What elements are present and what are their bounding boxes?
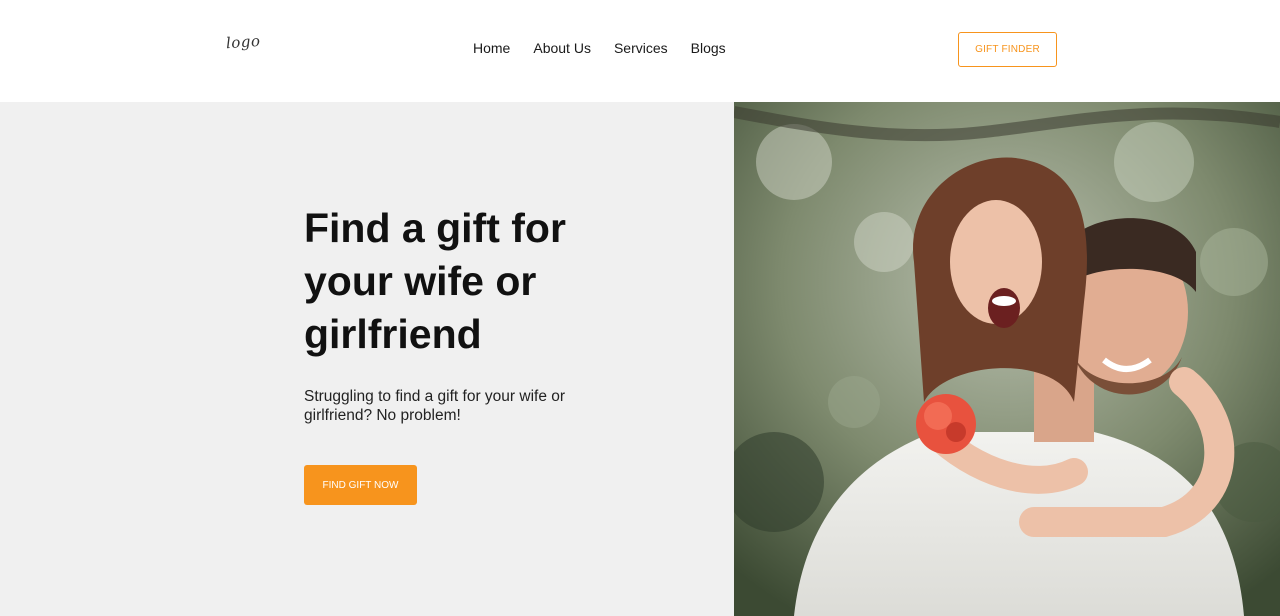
- hero-image: [734, 102, 1280, 616]
- nav-blogs[interactable]: Blogs: [691, 40, 726, 56]
- site-header: logo Home About Us Services Blogs GIFT F…: [0, 0, 1280, 102]
- nav-about-us[interactable]: About Us: [533, 40, 591, 56]
- nav-home[interactable]: Home: [473, 40, 510, 56]
- hero-subtext: Struggling to find a gift for your wife …: [304, 388, 566, 424]
- main-nav: Home About Us Services Blogs: [473, 40, 726, 56]
- find-gift-now-button[interactable]: FIND GIFT NOW: [304, 465, 417, 505]
- nav-services[interactable]: Services: [614, 40, 668, 56]
- gift-finder-button[interactable]: GIFT FINDER: [958, 32, 1057, 67]
- logo[interactable]: logo: [225, 32, 261, 52]
- hero-headline: Find a gift for your wife or girlfriend: [304, 205, 566, 357]
